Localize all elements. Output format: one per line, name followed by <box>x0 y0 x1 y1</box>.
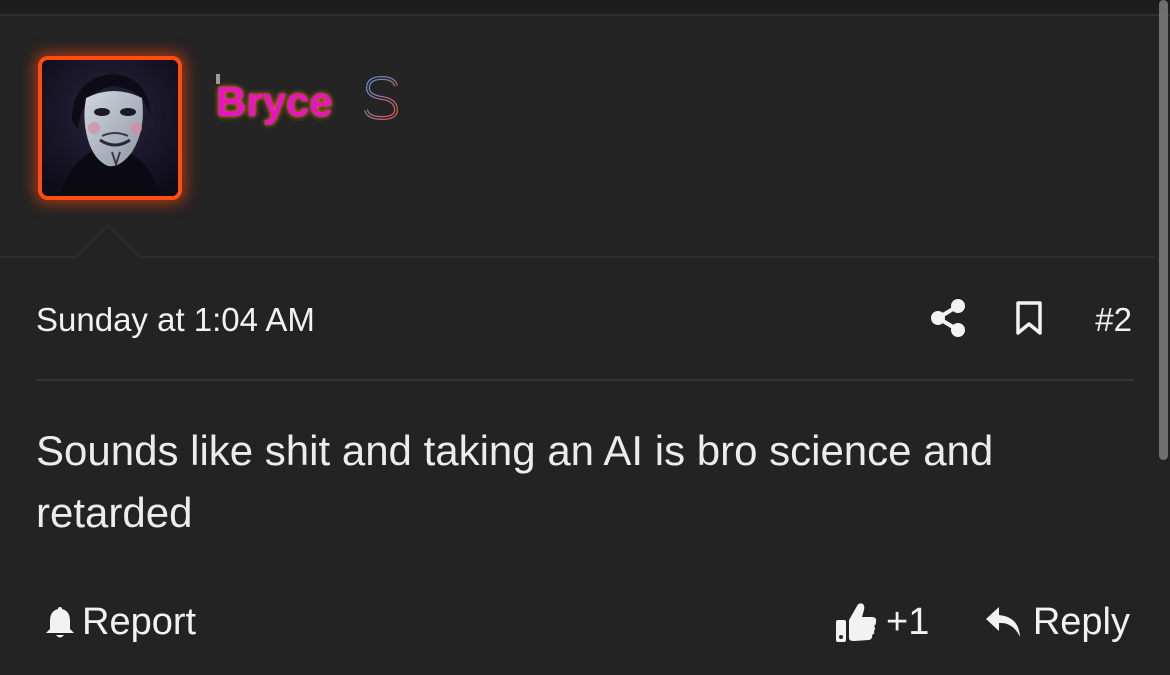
post-meta-bar: Sunday at 1:04 AM #2 <box>36 296 1134 344</box>
share-icon[interactable] <box>930 298 966 338</box>
report-label: Report <box>82 601 197 643</box>
report-button[interactable]: Report <box>44 596 196 648</box>
scrollbar[interactable] <box>1159 0 1168 460</box>
top-divider <box>0 0 1170 16</box>
reply-button[interactable]: Reply <box>985 596 1130 648</box>
forum-post-page: Bryce Sunday at 1:04 AM #2 Sounds like s… <box>0 0 1170 675</box>
post-author-header: Bryce <box>0 16 1155 258</box>
post-date[interactable]: Sunday at 1:04 AM <box>36 300 315 340</box>
bookmark-icon[interactable] <box>1014 300 1044 336</box>
bell-icon <box>46 607 74 638</box>
avatar[interactable] <box>38 56 182 200</box>
author-username[interactable]: Bryce <box>216 78 333 126</box>
dollar-sign-icon <box>364 72 399 124</box>
reply-label: Reply <box>1032 601 1130 643</box>
post-actions-bar: Report +1 Reply <box>36 596 1134 648</box>
post-body-text: Sounds like shit and taking an AI is bro… <box>36 427 994 536</box>
divider <box>36 379 1134 381</box>
like-count: +1 <box>886 601 930 643</box>
reply-arrow-icon <box>985 607 1020 637</box>
anonymous-mask-avatar-icon <box>42 60 178 196</box>
thumbs-up-icon <box>836 603 877 642</box>
post-number-link[interactable]: #2 <box>1095 300 1132 340</box>
like-button[interactable]: +1 <box>834 596 929 648</box>
